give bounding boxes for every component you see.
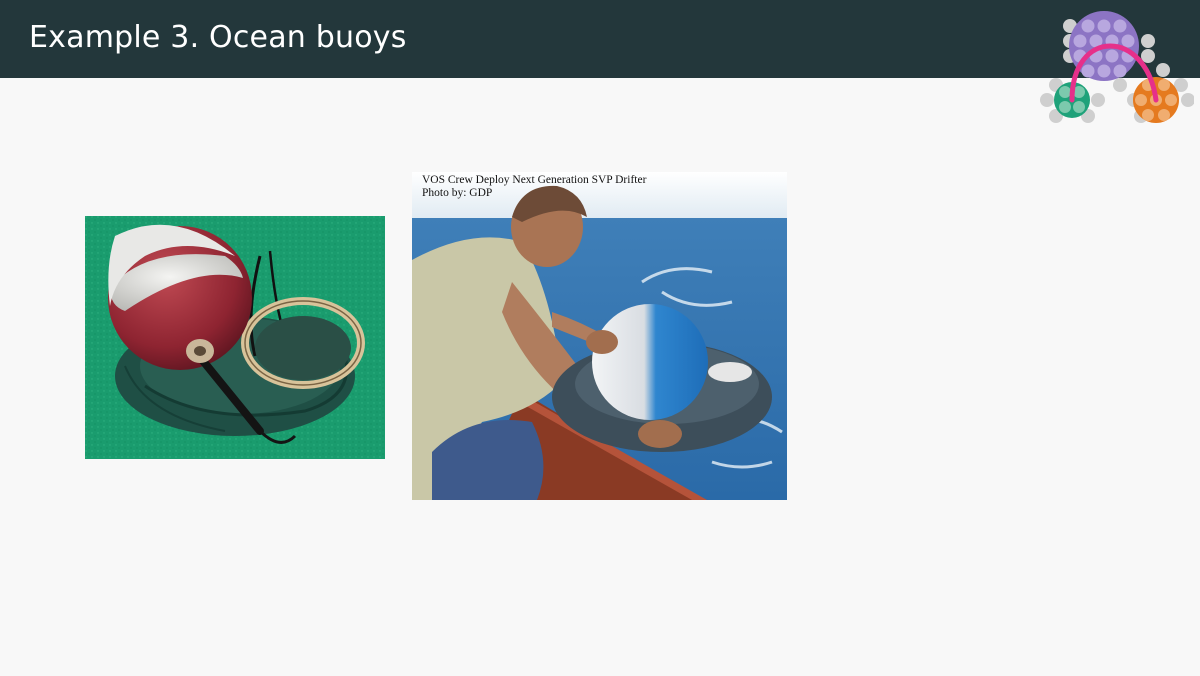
- crew-deploying-drifter-photo: VOS Crew Deploy Next Generation SVP Drif…: [412, 172, 787, 500]
- drifter-on-deck-photo: [85, 216, 385, 459]
- photo-caption-credit: Photo by: GDP: [422, 187, 493, 199]
- photo-caption-title: VOS Crew Deploy Next Generation SVP Drif…: [422, 174, 647, 186]
- slide-header: Example 3. Ocean buoys: [0, 0, 1200, 78]
- slide-title: Example 3. Ocean buoys: [29, 20, 407, 55]
- network-dots-logo-icon: [1040, 11, 1194, 123]
- deploy-scene-graphic: [412, 172, 787, 500]
- photo-caption: VOS Crew Deploy Next Generation SVP Drif…: [422, 174, 646, 200]
